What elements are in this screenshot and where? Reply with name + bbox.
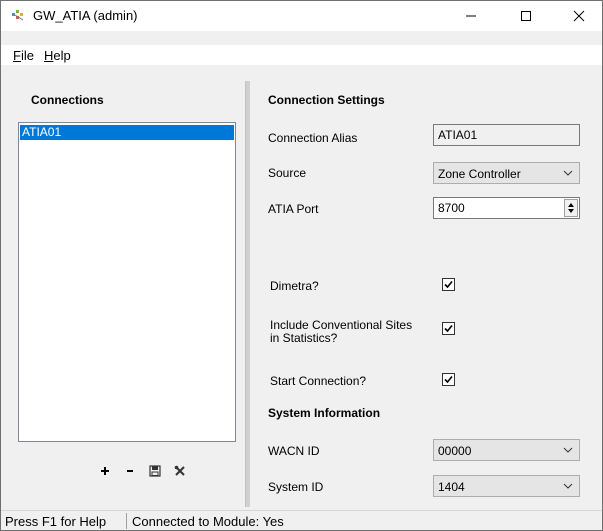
- include-conventional-label-line1: Include Conventional Sites: [270, 318, 413, 332]
- system-id-value: 1404: [438, 480, 465, 494]
- panel-splitter[interactable]: [245, 81, 250, 507]
- menu-bar: File Help: [1, 45, 602, 65]
- checkmark-icon: [444, 375, 453, 384]
- maximize-icon: [521, 11, 531, 21]
- wacn-id-value: 00000: [438, 444, 472, 458]
- connection-alias-label: Connection Alias: [268, 131, 358, 145]
- window-title: GW_ATIA (admin): [33, 8, 138, 23]
- tools-icon: [174, 465, 185, 476]
- start-connection-label: Start Connection?: [270, 374, 367, 388]
- title-bar[interactable]: GW_ATIA (admin): [1, 1, 602, 31]
- status-bar: Press F1 for Help Connected to Module: Y…: [1, 510, 602, 530]
- checkmark-icon: [444, 280, 453, 289]
- tools-button[interactable]: [173, 463, 187, 479]
- list-item[interactable]: ATIA01: [20, 125, 234, 140]
- spin-arrows-icon: [568, 203, 574, 213]
- spin-arrows[interactable]: [564, 199, 578, 217]
- add-icon: [101, 467, 109, 475]
- save-button[interactable]: [148, 463, 162, 479]
- atia-port-label: ATIA Port: [268, 202, 319, 216]
- menu-file[interactable]: File: [13, 48, 34, 63]
- system-id-label: System ID: [268, 480, 324, 494]
- remove-icon: [127, 470, 133, 472]
- wacn-id-select[interactable]: 00000: [433, 439, 580, 461]
- status-separator: [126, 513, 127, 529]
- main-window: GW_ATIA (admin) File Help Connections AT…: [0, 0, 603, 531]
- status-module-text: Connected to Module: Yes: [132, 514, 284, 529]
- close-button[interactable]: [556, 1, 602, 31]
- wacn-id-label: WACN ID: [268, 444, 320, 458]
- chevron-down-icon: [563, 483, 573, 489]
- include-conventional-label-line2: in Statistics?: [270, 331, 338, 345]
- status-help-text: Press F1 for Help: [5, 514, 107, 529]
- save-icon: [149, 465, 161, 477]
- checkmark-icon: [444, 324, 453, 333]
- maximize-button[interactable]: [503, 1, 549, 31]
- connection-alias-field[interactable]: ATIA01: [433, 124, 580, 146]
- system-information-title: System Information: [268, 406, 381, 420]
- close-icon: [573, 10, 585, 22]
- start-connection-checkbox[interactable]: [442, 373, 455, 386]
- atia-port-stepper[interactable]: 8700: [433, 197, 580, 219]
- chevron-down-icon: [563, 447, 573, 453]
- dimetra-label: Dimetra?: [270, 279, 319, 293]
- source-value: Zone Controller: [438, 167, 521, 181]
- app-icon: [12, 10, 24, 21]
- remove-button[interactable]: [125, 463, 135, 479]
- minimize-button[interactable]: [448, 1, 494, 31]
- connection-settings-title: Connection Settings: [268, 93, 385, 107]
- chevron-down-icon: [563, 170, 573, 176]
- minimize-icon: [466, 15, 476, 17]
- source-select[interactable]: Zone Controller: [433, 162, 580, 184]
- connections-title: Connections: [31, 93, 104, 107]
- add-button[interactable]: [99, 463, 111, 479]
- connections-list[interactable]: ATIA01: [18, 122, 236, 442]
- dimetra-checkbox[interactable]: [442, 278, 455, 291]
- source-label: Source: [268, 166, 307, 180]
- menu-help[interactable]: Help: [44, 48, 71, 63]
- system-id-select[interactable]: 1404: [433, 475, 580, 497]
- atia-port-value: 8700: [438, 201, 465, 215]
- include-conventional-checkbox[interactable]: [442, 322, 455, 335]
